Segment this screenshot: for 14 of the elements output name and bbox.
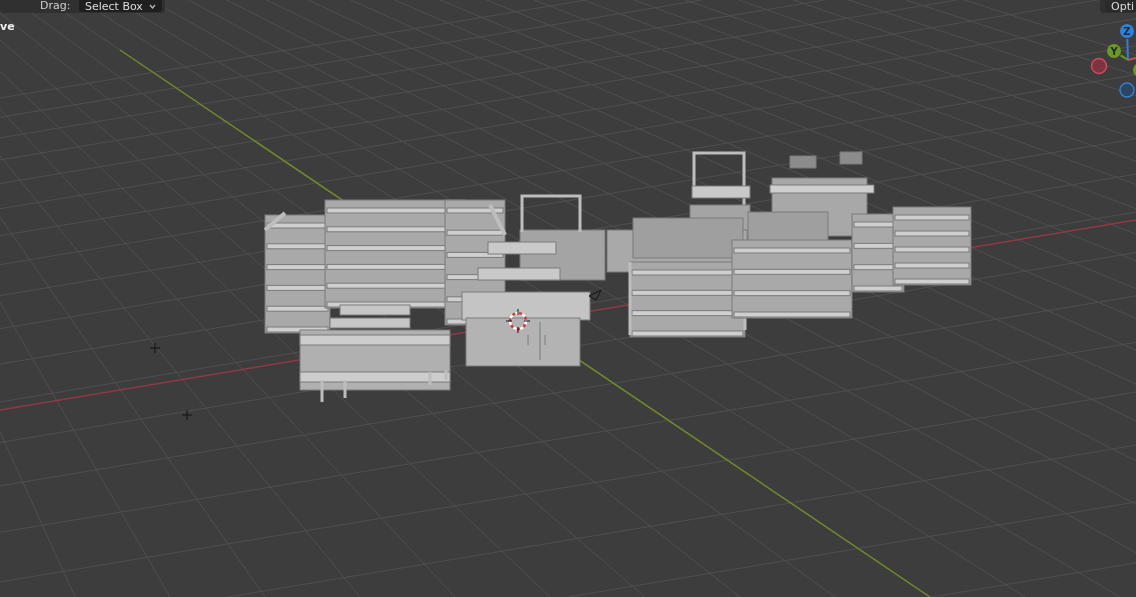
caret-icon <box>148 3 156 9</box>
drag-dropdown[interactable]: Select Box <box>79 0 162 12</box>
options-button[interactable]: Opti <box>1105 0 1136 12</box>
axis-handle[interactable]: Z <box>1120 24 1134 38</box>
operator-label: ve <box>0 20 15 33</box>
axis-handle[interactable] <box>1119 82 1135 98</box>
axis-handle[interactable] <box>1133 63 1136 77</box>
crosshair-icon <box>181 409 193 421</box>
drag-label: Drag: <box>40 0 71 12</box>
axis-handle[interactable] <box>1090 57 1108 75</box>
axis-handle[interactable]: Y <box>1107 44 1121 58</box>
crosshair-icon <box>149 342 161 354</box>
light-icon <box>588 289 602 301</box>
3d-cursor-icon <box>505 308 531 334</box>
